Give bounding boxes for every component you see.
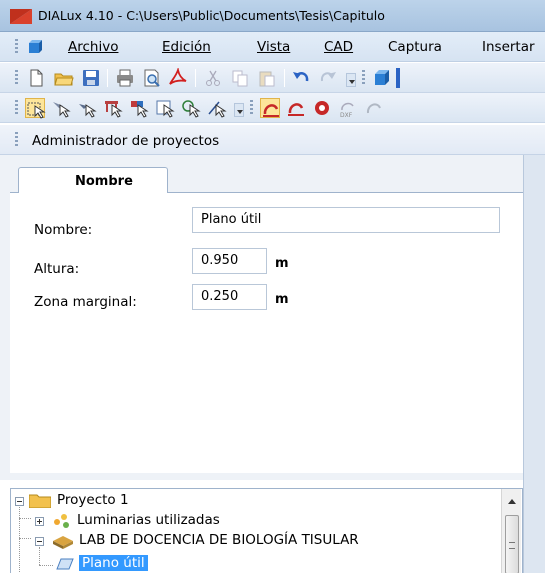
select-calc-icon[interactable] <box>181 98 201 118</box>
3d-cube-icon <box>29 40 42 53</box>
folder-icon <box>29 494 51 508</box>
nombre-input[interactable]: Plano útil <box>192 207 500 233</box>
luminaires-icon <box>54 514 69 528</box>
select-luminaire-icon[interactable] <box>51 98 71 118</box>
tab-nombre-label: Nombre <box>75 174 133 189</box>
work-plane-icon <box>56 558 74 570</box>
pdf-icon[interactable] <box>168 68 188 88</box>
toolbar-separator <box>107 69 108 87</box>
toolbar-grip[interactable] <box>362 70 365 86</box>
tape-red-2-icon[interactable] <box>286 98 306 118</box>
room-icon <box>53 536 73 549</box>
tab-strip: Nombre <box>10 167 523 194</box>
menu-grip[interactable] <box>15 39 18 55</box>
menu-insertar[interactable]: Insertar <box>482 39 535 55</box>
tree-item-luminarias[interactable]: Luminarias utilizadas <box>11 511 491 531</box>
tree-scrollbar[interactable] <box>501 489 521 573</box>
properties-form: Nombre: Plano útil Altura: 0.950 m Zona … <box>10 193 523 473</box>
tree-item-room[interactable]: LAB DE DOCENCIA DE BIOLOGÍA TISULAR <box>11 531 491 551</box>
zona-marginal-input[interactable]: 0.250 <box>192 284 267 310</box>
dialux-logo-icon <box>10 9 32 24</box>
print-preview-icon[interactable] <box>142 68 162 88</box>
toolbar-separator <box>195 69 196 87</box>
toolbar-overflow-button[interactable] <box>346 73 356 87</box>
nombre-label: Nombre: <box>34 222 93 238</box>
scroll-thumb[interactable] <box>505 515 519 573</box>
svg-text:DXF: DXF <box>340 112 353 118</box>
zona-marginal-label: Zona marginal: <box>34 294 137 310</box>
select-arrow-icon[interactable] <box>77 98 97 118</box>
expand-toggle[interactable] <box>35 517 44 526</box>
project-tree: Proyecto 1 Luminarias utilizadas LAB DE … <box>10 488 523 573</box>
toolbar-overflow-button[interactable] <box>234 103 244 117</box>
right-panel-edge <box>523 155 545 573</box>
title-bar: DIALux 4.10 - C:\Users\Public\Documents\… <box>0 0 545 32</box>
menu-captura[interactable]: Captura <box>388 39 442 55</box>
print-icon[interactable] <box>115 68 135 88</box>
3d-view-icon-partial <box>396 68 400 88</box>
select-area-icon[interactable] <box>155 98 175 118</box>
open-folder-icon[interactable] <box>54 68 74 88</box>
menu-vista[interactable]: Vista <box>257 39 290 55</box>
select-icon[interactable] <box>25 98 46 119</box>
menu-bar: Archivo Edición Vista CAD Captura Insert… <box>0 32 545 62</box>
tape-red-icon[interactable] <box>260 98 280 118</box>
tree-item-proyecto[interactable]: Proyecto 1 <box>11 491 491 511</box>
altura-label: Altura: <box>34 261 80 277</box>
new-file-icon[interactable] <box>26 68 46 88</box>
select-group-icon[interactable] <box>129 98 149 118</box>
altura-unit: m <box>275 256 289 271</box>
tab-nombre[interactable]: Nombre <box>18 167 168 194</box>
copy-icon[interactable] <box>230 68 250 88</box>
scroll-up-icon[interactable] <box>508 499 516 504</box>
dxf-icon[interactable]: DXF <box>338 98 358 118</box>
altura-input[interactable]: 0.950 <box>192 248 267 274</box>
panel-grip[interactable] <box>15 132 18 148</box>
selection-toolbar: DXF <box>0 93 545 123</box>
menu-cad[interactable]: CAD <box>324 39 353 55</box>
cut-icon[interactable] <box>203 68 223 88</box>
save-icon[interactable] <box>81 68 101 88</box>
properties-panel: Nombre Nombre: Plano útil Altura: 0.950 … <box>0 155 523 480</box>
collapse-toggle[interactable] <box>35 537 44 546</box>
toolbar-grip[interactable] <box>250 100 253 116</box>
tape-red-3-icon[interactable] <box>312 98 332 118</box>
select-furniture-icon[interactable] <box>103 98 123 118</box>
project-manager-header: Administrador de proyectos <box>0 125 545 155</box>
panel-title: Administrador de proyectos <box>32 133 220 149</box>
zona-marginal-unit: m <box>275 292 289 307</box>
toolbar-grip[interactable] <box>15 70 18 86</box>
tree-item-plano-util[interactable]: Plano útil <box>11 554 491 573</box>
menu-edicion[interactable]: Edición <box>162 39 211 55</box>
undo-icon[interactable] <box>291 68 311 88</box>
toolbar-grip[interactable] <box>15 100 18 116</box>
standard-toolbar <box>0 63 545 93</box>
redo-icon[interactable] <box>318 68 338 88</box>
menu-archivo[interactable]: Archivo <box>68 39 118 55</box>
select-measure-icon[interactable] <box>207 98 227 118</box>
toolbar-separator <box>284 69 285 87</box>
window-title: DIALux 4.10 - C:\Users\Public\Documents\… <box>38 8 385 23</box>
3d-view-icon[interactable] <box>372 68 392 88</box>
collapse-toggle[interactable] <box>15 497 24 506</box>
paste-icon[interactable] <box>257 68 277 88</box>
tape-gray-icon[interactable] <box>364 98 384 118</box>
